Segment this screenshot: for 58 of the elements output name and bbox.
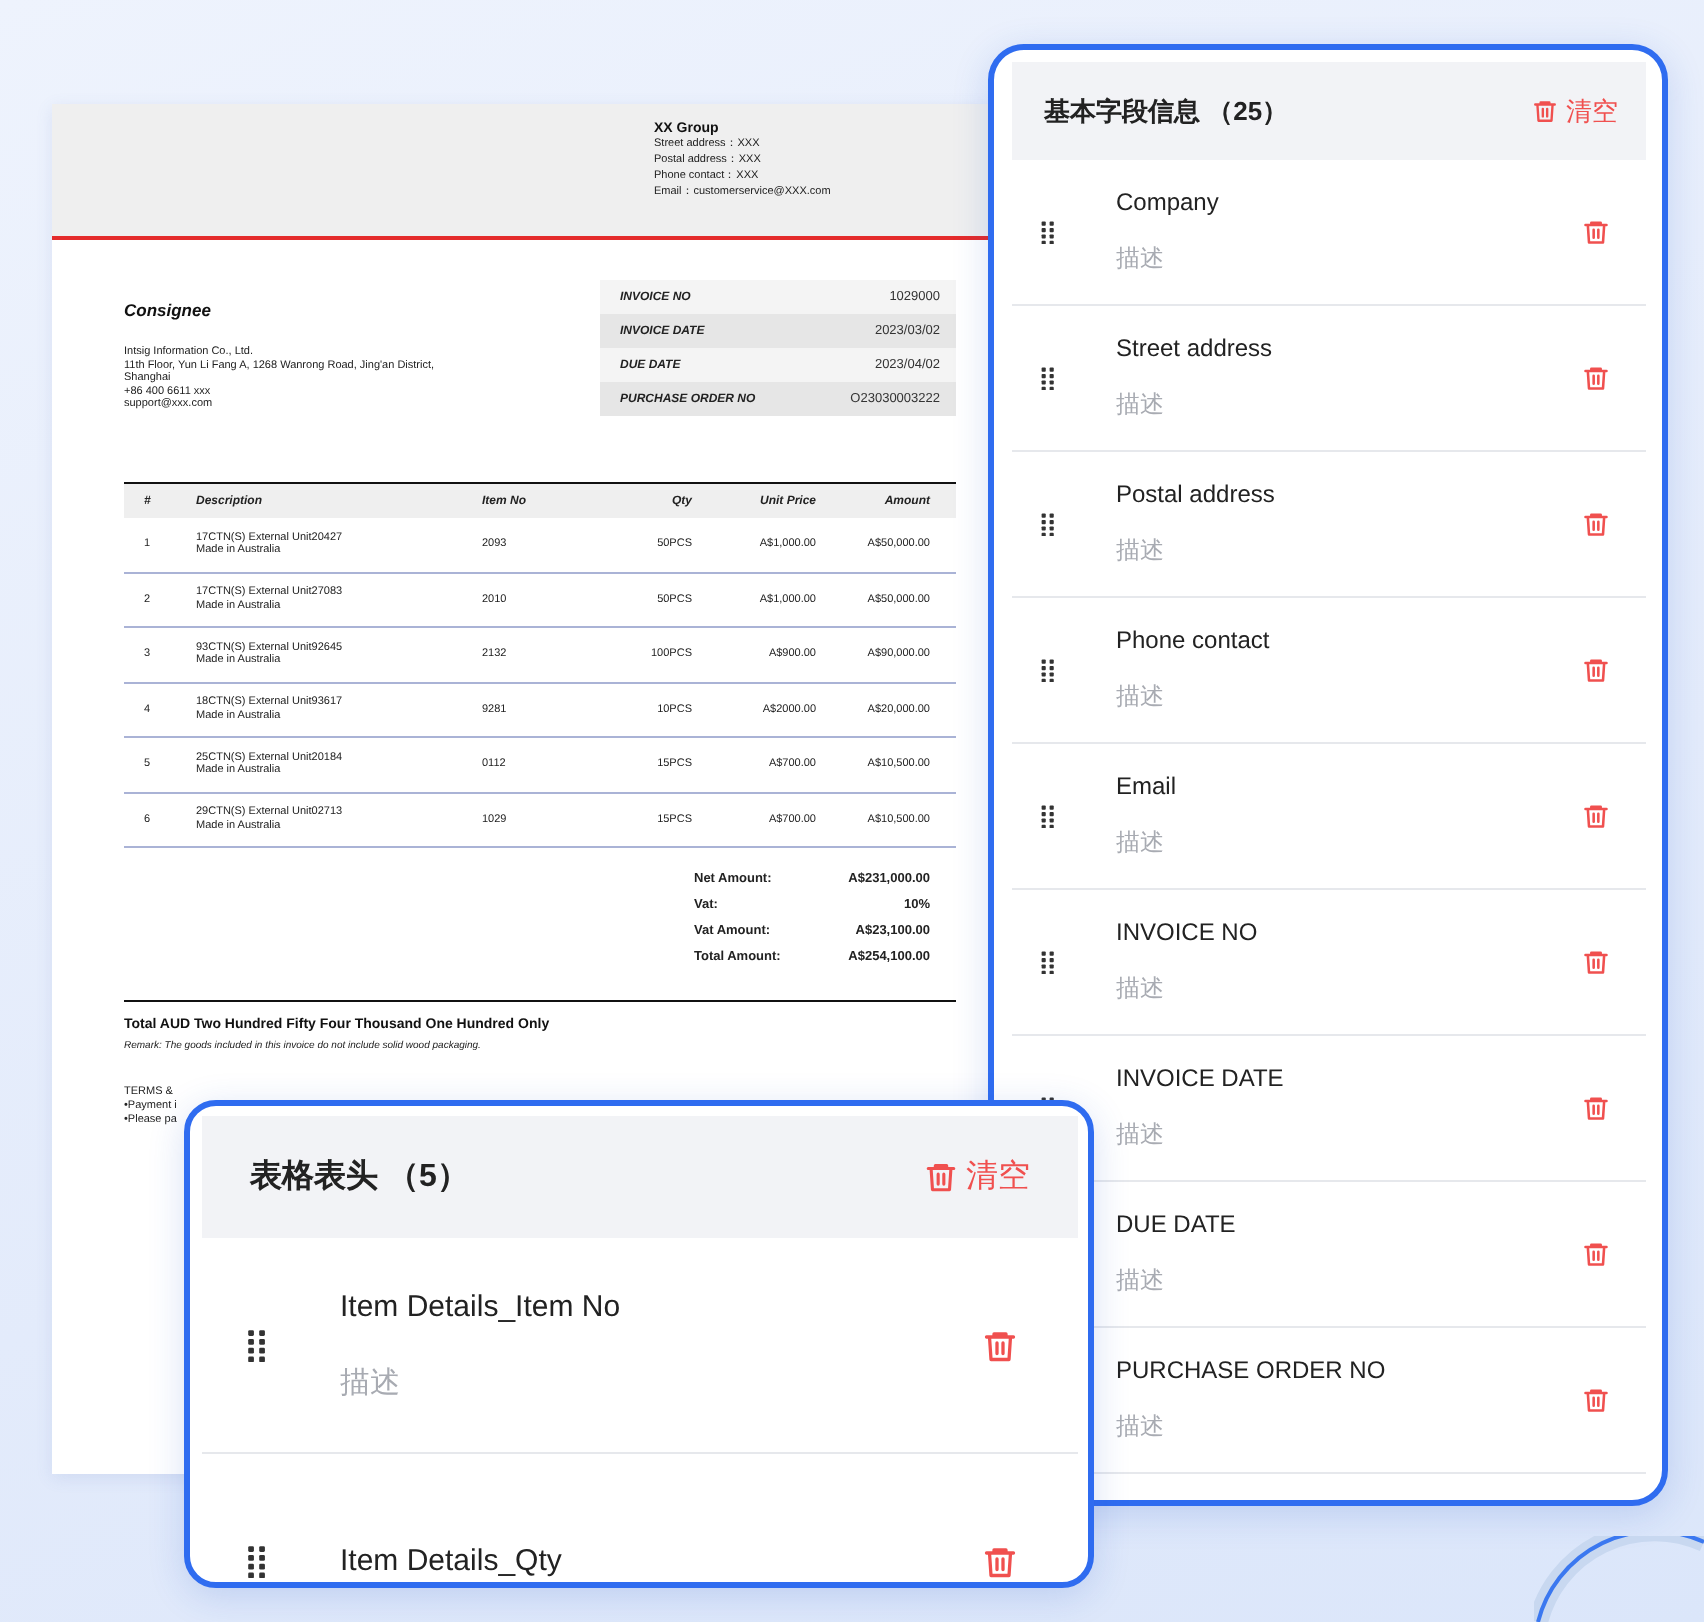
delete-button[interactable] (1582, 802, 1610, 830)
field-name: INVOICE DATE (1116, 1064, 1286, 1092)
drag-handle-icon[interactable] (246, 1543, 268, 1579)
field-name: Item Details_Qty (340, 1544, 564, 1578)
field-description: 描述 (1116, 534, 1166, 568)
field-description: 描述 (1116, 242, 1166, 276)
trash-icon (1532, 98, 1558, 124)
consignee-title: Consignee (124, 300, 213, 320)
delete-button[interactable] (1582, 218, 1610, 246)
drag-handle-icon[interactable] (1040, 657, 1056, 683)
delete-icon (1582, 364, 1610, 392)
field-description: 描述 (1116, 680, 1166, 714)
delete-icon (1582, 1386, 1610, 1414)
field-name: PURCHASE ORDER NO (1116, 1356, 1388, 1384)
delete-button[interactable] (982, 1327, 1018, 1363)
delete-button[interactable] (1582, 656, 1610, 684)
delete-icon (1582, 1240, 1610, 1268)
drag-handle-icon[interactable] (246, 1327, 268, 1363)
field-name: DUE DATE (1116, 1210, 1238, 1238)
panel-title: 基本字段信息 （25） (1044, 93, 1289, 129)
clear-button[interactable]: 清空 (924, 1156, 1030, 1198)
field-name: Street address (1116, 334, 1275, 362)
drag-handle-icon[interactable] (1040, 949, 1056, 975)
field-description: 描述 (1116, 1410, 1166, 1444)
drag-handle-icon[interactable] (1040, 803, 1056, 829)
delete-icon (1582, 1094, 1610, 1122)
field-name: Phone contact (1116, 626, 1272, 654)
field-name: Item Details_Item No (340, 1289, 623, 1323)
delete-icon (1582, 510, 1610, 538)
field-description: 描述 (1116, 1118, 1166, 1152)
field-name: Postal address (1116, 480, 1277, 508)
drag-handle-icon[interactable] (1040, 511, 1056, 537)
delete-icon (982, 1543, 1018, 1579)
drag-handle-icon[interactable] (1040, 219, 1056, 245)
delete-button[interactable] (1582, 1094, 1610, 1122)
field-description: 描述 (340, 1363, 402, 1401)
delete-button[interactable] (1582, 1386, 1610, 1414)
clear-button[interactable]: 清空 (1532, 93, 1618, 129)
field-name: Company (1116, 188, 1221, 216)
delete-icon (1582, 802, 1610, 830)
field-description: 描述 (1116, 826, 1166, 860)
delete-button[interactable] (1582, 948, 1610, 976)
delete-button[interactable] (1582, 1240, 1610, 1268)
delete-icon (982, 1327, 1018, 1363)
delete-icon (1582, 656, 1610, 684)
delete-button[interactable] (1582, 364, 1610, 392)
field-name: Email (1116, 772, 1179, 800)
field-description: 描述 (1116, 388, 1166, 422)
delete-button[interactable] (982, 1543, 1018, 1579)
panel-title: 表格表头 （5） (250, 1157, 469, 1198)
delete-button[interactable] (1582, 510, 1610, 538)
delete-icon (1582, 218, 1610, 246)
trash-icon (924, 1160, 958, 1194)
field-description: 描述 (1116, 1264, 1166, 1298)
field-name: INVOICE NO (1116, 918, 1260, 946)
field-description: 描述 (1116, 972, 1166, 1006)
drag-handle-icon[interactable] (1040, 365, 1056, 391)
delete-icon (1582, 948, 1610, 976)
